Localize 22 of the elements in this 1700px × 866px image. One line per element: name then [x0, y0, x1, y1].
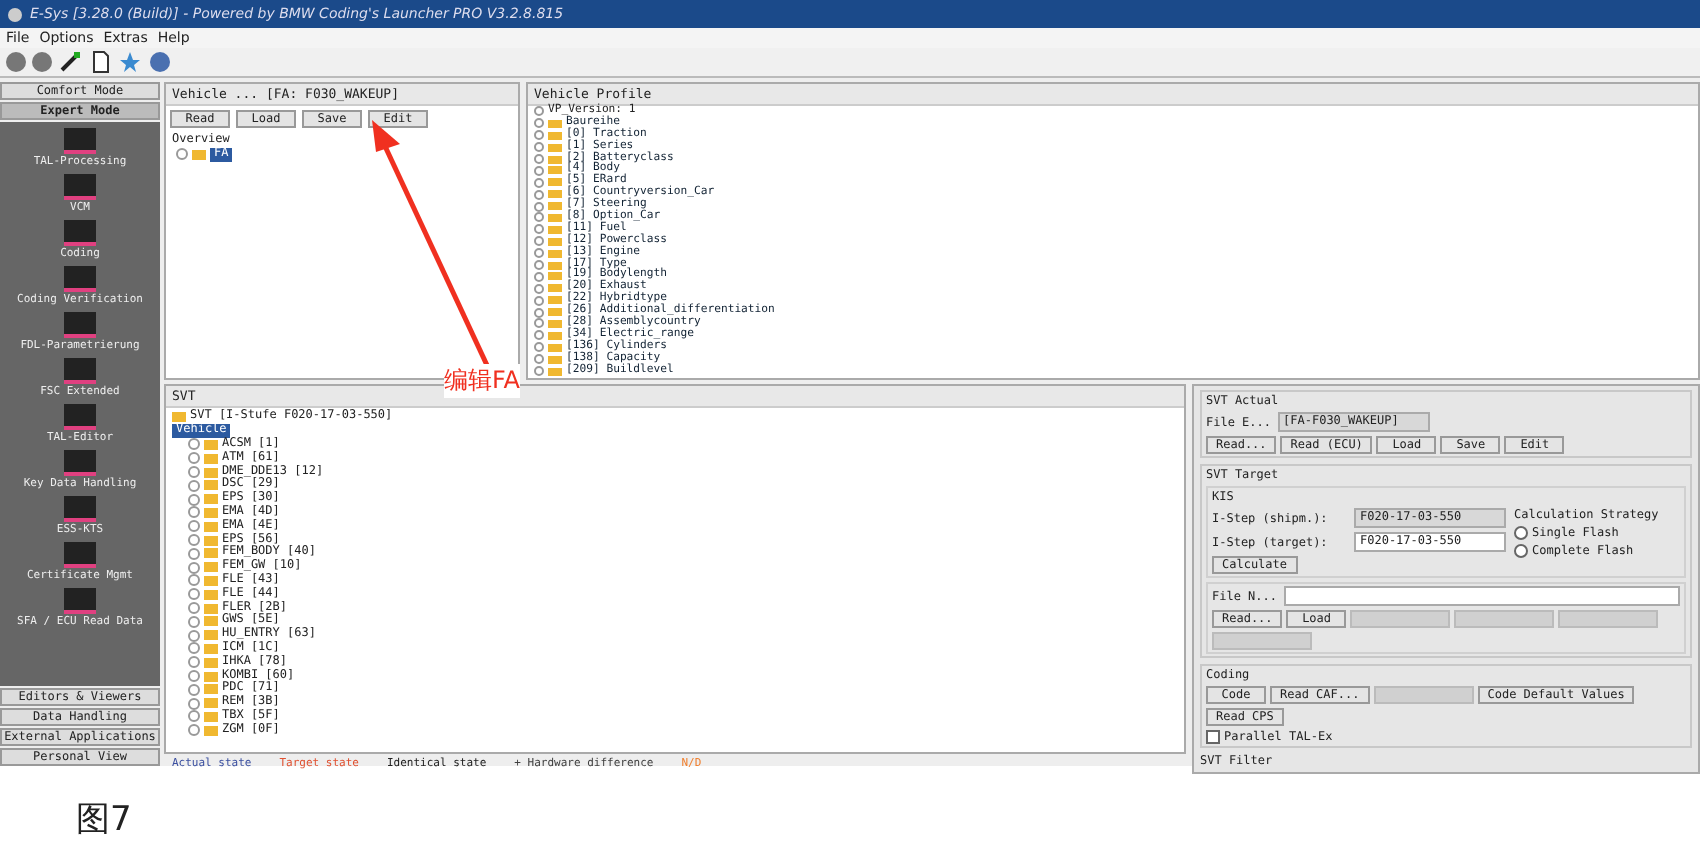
screen-icon[interactable]: [63, 312, 96, 338]
folder-icon: [192, 149, 206, 160]
app-icon: [8, 7, 22, 21]
folder-icon: [172, 412, 186, 423]
file-field[interactable]: [1283, 586, 1680, 607]
screen-icon[interactable]: [63, 588, 96, 614]
screen-icon[interactable]: [64, 220, 96, 246]
screen-icon[interactable]: [63, 128, 96, 154]
star-icon[interactable]: [118, 50, 142, 74]
screen-icon[interactable]: [64, 404, 96, 430]
connect-icon[interactable]: [58, 50, 82, 74]
screen-icon[interactable]: [64, 358, 96, 384]
globe-icon[interactable]: [148, 50, 172, 74]
figure-caption: 图7: [76, 798, 132, 842]
circle-icon[interactable]: [6, 52, 26, 72]
screen-icon[interactable]: [63, 450, 96, 476]
circle-icon[interactable]: [32, 52, 52, 72]
screen-icon[interactable]: [64, 174, 96, 200]
expand-toggle-icon[interactable]: [176, 148, 188, 161]
screen-icon[interactable]: [63, 542, 96, 568]
screen-icon[interactable]: [63, 266, 96, 292]
screen-icon[interactable]: [64, 496, 96, 522]
